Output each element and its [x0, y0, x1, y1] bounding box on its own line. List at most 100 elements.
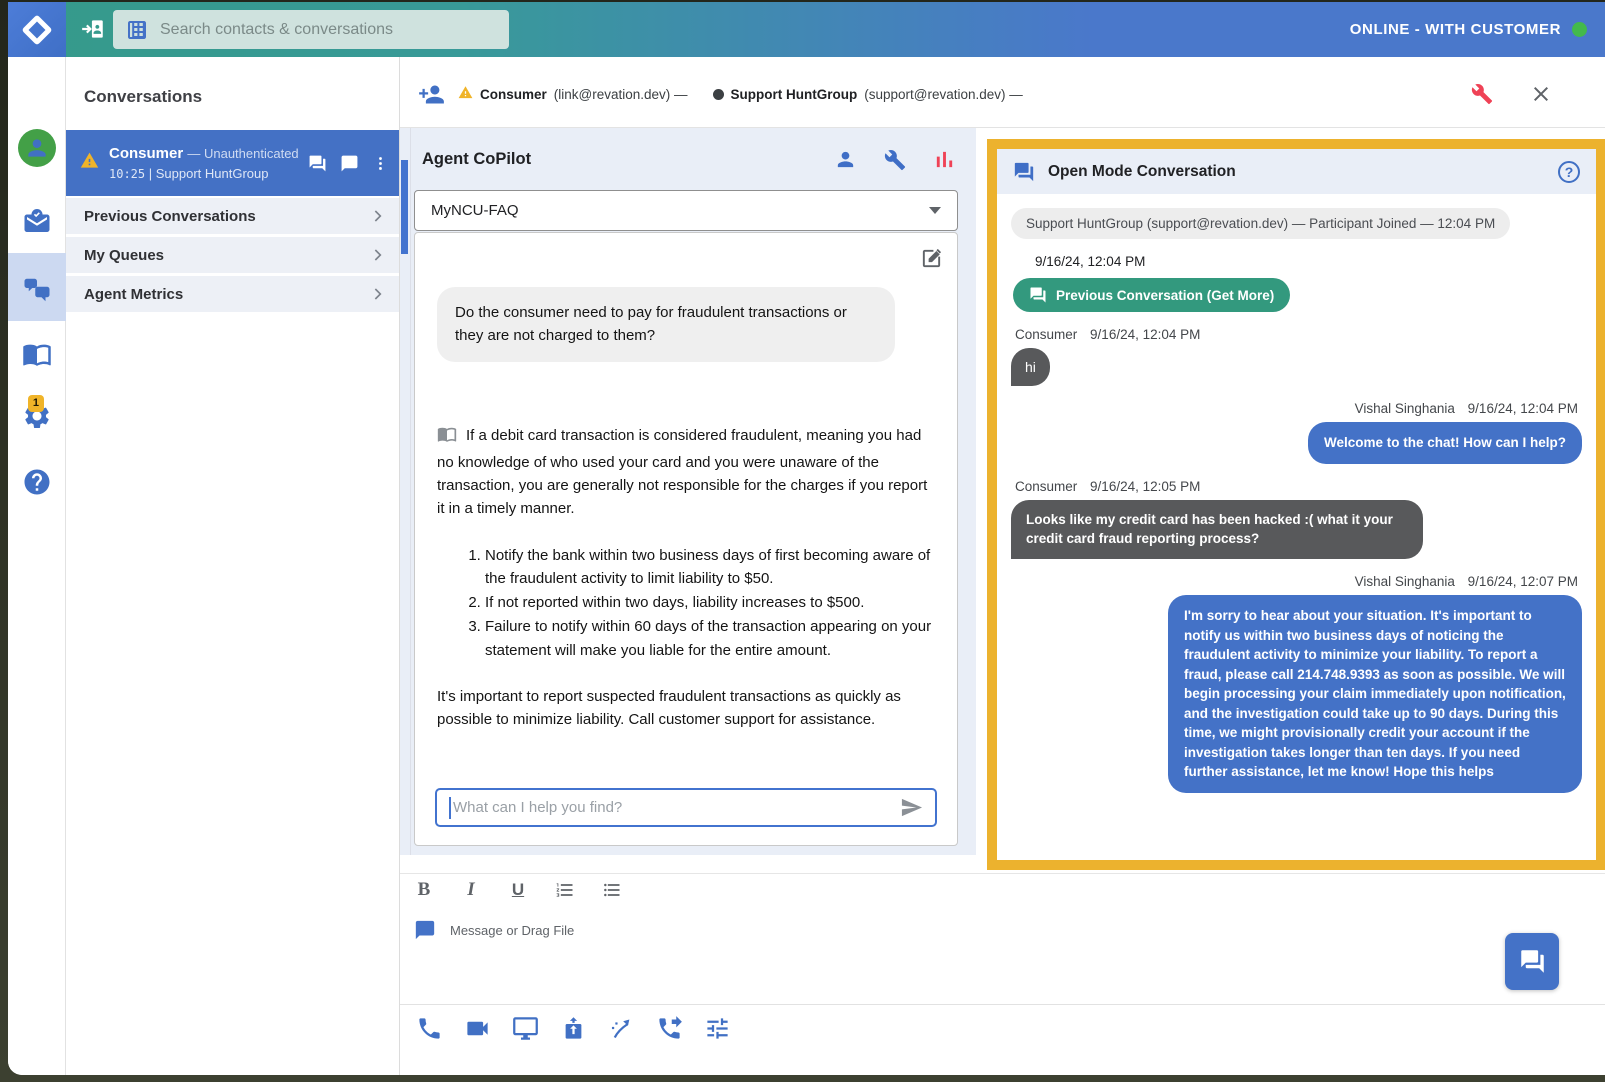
section-my-queues[interactable]: My Queues [66, 237, 399, 273]
warning-icon [458, 85, 473, 103]
message-meta: Consumer 9/16/24, 12:04 PM [1015, 327, 1578, 342]
chat-history-icon [1029, 286, 1047, 304]
message-group: Vishal Singhania 9/16/24, 12:04 PM Welco… [1011, 401, 1582, 464]
message-group: Consumer 9/16/24, 12:05 PM Looks like my… [1011, 479, 1582, 559]
transfer-call-icon[interactable] [656, 1015, 683, 1042]
knowledge-base-value: MyNCU-FAQ [431, 202, 929, 219]
message-time: 9/16/24, 12:04 PM [1468, 401, 1578, 416]
sidebar-item-inbox[interactable] [8, 207, 66, 237]
top-bar: ONLINE - WITH CUSTOMER [8, 2, 1605, 57]
chat-fab-icon [1519, 948, 1546, 975]
message-time: 9/16/24, 12:07 PM [1468, 574, 1578, 589]
close-icon[interactable] [1529, 82, 1553, 111]
date-header: 9/16/24, 12:04 PM [1035, 254, 1582, 269]
chat-bubbles-icon [22, 275, 52, 305]
sidebar-item-help[interactable] [8, 467, 66, 497]
open-mode-title: Open Mode Conversation [1048, 163, 1545, 181]
participant-joined-notice: Support HuntGroup (support@revation.dev)… [1011, 208, 1510, 239]
transfer-chat-icon[interactable] [308, 154, 327, 173]
scrollbar-thumb[interactable] [401, 160, 408, 254]
open-mode-chat-icon [1013, 161, 1035, 183]
participant-consumer-name: Consumer [480, 87, 547, 102]
conversation-item-consumer[interactable]: Consumer — Unauthenticated 10:25 | Suppo… [66, 130, 399, 196]
message-meta: Consumer 9/16/24, 12:05 PM [1015, 479, 1578, 494]
call-toolbar [416, 1015, 731, 1042]
settings-badge: 1 [28, 395, 44, 412]
search-input[interactable] [160, 21, 497, 39]
participant-consumer-meta: (link@revation.dev) — [554, 87, 688, 102]
new-question-icon[interactable] [920, 247, 943, 275]
add-participant-icon[interactable] [418, 81, 445, 113]
search-bar[interactable] [113, 10, 509, 49]
sidebar-item-settings[interactable]: 1 [8, 401, 66, 431]
format-toolbar: B I U [414, 879, 622, 901]
file-share-icon[interactable] [560, 1015, 587, 1042]
help-icon[interactable]: ? [1558, 161, 1580, 183]
tools-wrench-icon[interactable] [1471, 83, 1493, 110]
screen-share-icon[interactable] [512, 1015, 539, 1042]
bold-button[interactable]: B [414, 879, 434, 901]
app-window: ONLINE - WITH CUSTOMER 1 [8, 2, 1605, 1075]
chat-icon[interactable] [340, 154, 359, 173]
online-status-dot [1572, 22, 1587, 37]
bullet-list-button[interactable] [602, 879, 622, 901]
conversations-panel: Conversations Consumer — Unauthenticated… [66, 57, 399, 1075]
copilot-settings-wrench-icon[interactable] [884, 149, 906, 171]
open-mode-conversation-panel: Open Mode Conversation ? Support HuntGro… [987, 139, 1605, 870]
sidebar-item-profile[interactable] [8, 129, 66, 167]
section-previous-conversations[interactable]: Previous Conversations [66, 198, 399, 234]
book-icon [22, 339, 52, 369]
metrics-chart-icon[interactable] [933, 148, 956, 171]
verified-inbox-icon [22, 207, 52, 237]
message-bubble: Looks like my credit card has been hacke… [1011, 500, 1423, 559]
dialpad-icon [125, 18, 149, 42]
message-input[interactable]: Message or Drag File [414, 919, 574, 941]
answer-steps: Notify the bank within two business days… [437, 544, 935, 662]
open-chat-button[interactable] [1505, 933, 1559, 990]
answer-step: Notify the bank within two business days… [485, 544, 935, 591]
chevron-right-icon [367, 245, 387, 265]
settings-sliders-icon[interactable] [704, 1015, 731, 1042]
knowledge-book-icon [437, 424, 457, 451]
warning-icon [80, 151, 99, 175]
underline-button[interactable]: U [508, 880, 528, 900]
divider [400, 1004, 1605, 1005]
copilot-answer: If a debit card transaction is considere… [437, 424, 935, 732]
copilot-answer-card: Do the consumer need to pay for fraudule… [414, 232, 958, 846]
message-bubble: hi [1011, 348, 1050, 386]
open-mode-header: Open Mode Conversation ? [997, 149, 1596, 194]
add-contact-icon[interactable] [80, 16, 106, 47]
agent-status[interactable]: ONLINE - WITH CUSTOMER [1350, 2, 1587, 57]
message-meta: Vishal Singhania 9/16/24, 12:07 PM [1015, 574, 1578, 589]
agent-person-icon[interactable] [834, 148, 857, 171]
send-icon[interactable] [900, 796, 923, 819]
message-sender: Consumer [1015, 327, 1077, 342]
message-bubble: I'm sorry to hear about your situation. … [1168, 595, 1582, 793]
conversation-queue: Support HuntGroup [156, 166, 269, 181]
video-call-icon[interactable] [464, 1015, 491, 1042]
message-group: Consumer 9/16/24, 12:04 PM hi [1011, 327, 1582, 386]
section-agent-metrics[interactable]: Agent Metrics [66, 276, 399, 312]
message-time: 9/16/24, 12:04 PM [1090, 327, 1200, 342]
message-sender: Consumer [1015, 479, 1077, 494]
italic-button[interactable]: I [461, 879, 481, 901]
person-icon [24, 135, 50, 161]
phone-call-icon[interactable] [416, 1015, 443, 1042]
copilot-search-input[interactable] [453, 799, 900, 816]
message-group: Vishal Singhania 9/16/24, 12:07 PM I'm s… [1011, 574, 1582, 793]
message-placeholder: Message or Drag File [450, 923, 574, 938]
smart-suggest-icon[interactable] [608, 1015, 635, 1042]
section-label: Previous Conversations [84, 208, 367, 225]
sidebar-item-conversations[interactable] [8, 275, 66, 305]
chevron-right-icon [367, 284, 387, 304]
text-cursor [449, 797, 451, 819]
numbered-list-button[interactable] [555, 879, 575, 901]
more-options-icon[interactable] [372, 155, 389, 172]
copilot-title: Agent CoPilot [422, 150, 834, 169]
previous-conversation-button[interactable]: Previous Conversation (Get More) [1013, 278, 1290, 312]
conversation-item-text: Consumer — Unauthenticated 10:25 | Suppo… [109, 145, 308, 181]
answer-outro: It's important to report suspected fraud… [437, 685, 935, 732]
app-logo[interactable] [8, 2, 66, 57]
sidebar-item-knowledge[interactable] [8, 339, 66, 369]
knowledge-base-dropdown[interactable]: MyNCU-FAQ [414, 190, 958, 231]
